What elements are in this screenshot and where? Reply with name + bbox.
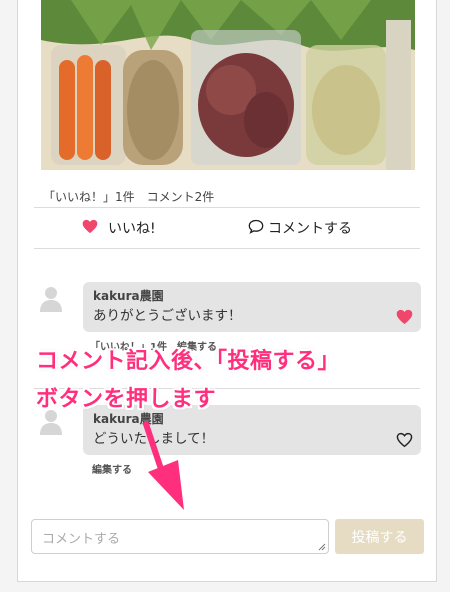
comment-bubble: kakura農園 ありがとうございます！ (83, 282, 421, 332)
heart-icon (82, 219, 98, 238)
comment-input[interactable] (32, 520, 328, 553)
speech-bubble-icon (248, 219, 264, 238)
comment-button[interactable]: コメントする (248, 218, 352, 238)
comment-label: コメントする (268, 221, 352, 237)
resize-grip-icon[interactable] (318, 543, 326, 551)
divider (34, 207, 420, 208)
divider (34, 248, 420, 249)
edit-comment-link[interactable]: 編集する (92, 461, 132, 476)
like-button[interactable]: いいね! (82, 218, 156, 238)
comment-text: ありがとうございます！ (93, 308, 242, 324)
annotation-text: ボタンを押します (36, 387, 217, 412)
user-silhouette-icon (40, 286, 62, 312)
comment-input-wrapper (31, 519, 329, 554)
heart-icon[interactable] (396, 309, 413, 325)
submit-comment-button[interactable]: 投稿する (335, 519, 424, 554)
annotation-arrow-icon (143, 421, 184, 510)
annotation-text: コメント記入後、「投稿する」 (36, 349, 341, 374)
post-photo (41, 0, 415, 170)
like-comment-counts: 「いいね！」1件 コメント2件 (43, 190, 215, 204)
like-label: いいね! (108, 221, 156, 237)
comment-author: kakura農園 (93, 289, 164, 303)
heart-outline-icon[interactable] (396, 432, 413, 448)
post-card: 「いいね！」1件 コメント2件 いいね! コメントする kakura農園 ありが… (17, 0, 437, 582)
